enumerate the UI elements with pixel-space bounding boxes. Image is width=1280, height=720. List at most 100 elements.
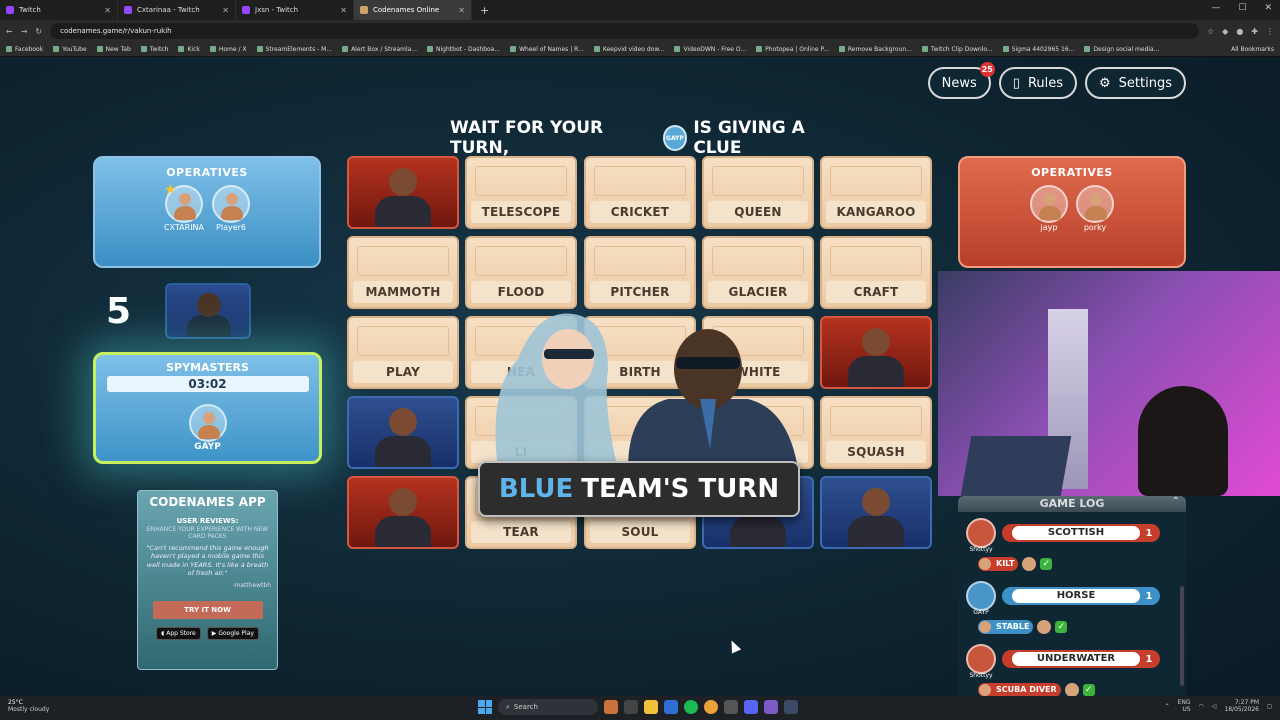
app-icon[interactable] (724, 700, 738, 714)
word-card[interactable]: BIRTH (584, 316, 696, 389)
bookmark-item[interactable]: Twitch Clip Downlo... (921, 46, 993, 53)
blue-agent-card[interactable] (820, 476, 932, 549)
word-card[interactable]: PLAY (347, 316, 459, 389)
news-button[interactable]: News 25 (927, 62, 995, 99)
bookmark-item[interactable]: Design social media... (1084, 46, 1159, 53)
word-card[interactable]: TELESCOPE (465, 156, 577, 229)
top-buttons: News 25 ▯ Rules ⚙ Settings (927, 62, 1186, 99)
browser-tab[interactable]: Cxtarinaa - Twitch ✕ (118, 0, 236, 20)
rules-button[interactable]: ▯ Rules (998, 67, 1078, 99)
google-play-button[interactable]: ▶ Google Play (206, 626, 259, 640)
word-card[interactable]: CRICKET (584, 156, 696, 229)
red-agent-card[interactable] (347, 476, 459, 549)
back-icon[interactable]: ← (6, 27, 13, 36)
bookmark-item[interactable]: Alert Box / Streamla... (342, 46, 417, 53)
bookmark-item[interactable]: New Tab (96, 46, 131, 53)
word-card[interactable] (702, 396, 814, 469)
forward-icon[interactable]: → (21, 27, 28, 36)
bookmark-item[interactable]: Wheel of Names | R... (510, 46, 584, 53)
blue-agent-card[interactable] (347, 396, 459, 469)
red-agent-card[interactable] (347, 156, 459, 229)
bookmark-item[interactable]: Sigma 4402965 16... (1002, 46, 1074, 53)
browser-tab[interactable]: Twitch ✕ (0, 0, 118, 20)
windows-start-icon[interactable] (478, 700, 492, 714)
puzzle-icon[interactable]: ✚ (1251, 27, 1258, 36)
chrome-icon[interactable] (704, 700, 718, 714)
volume-icon[interactable]: ◁ (1212, 703, 1217, 710)
reload-icon[interactable]: ↻ (35, 27, 42, 36)
clock[interactable]: 7:27 PM 18/05/2026 (1224, 699, 1259, 713)
browser-tab-active[interactable]: Codenames Online ✕ (354, 0, 472, 20)
new-tab-button[interactable]: + (472, 4, 497, 17)
task-view-icon[interactable] (624, 700, 638, 714)
language-indicator[interactable]: ENG US (1178, 699, 1191, 713)
bookmark-item[interactable]: Nightbot - Dashboa... (427, 46, 500, 53)
bookmark-item[interactable]: Facebook (6, 46, 43, 53)
notification-icon[interactable]: ◻ (1267, 703, 1272, 710)
chevron-up-icon[interactable]: ⌃ (1165, 703, 1170, 710)
file-explorer-icon[interactable] (644, 700, 658, 714)
player[interactable]: jayp (1030, 185, 1068, 232)
word-card[interactable]: GLACIER (702, 236, 814, 309)
bookmark-item[interactable]: Kick (178, 46, 200, 53)
bookmark-item[interactable]: StreamElements - M... (256, 46, 332, 53)
bookmark-item[interactable]: VideoDWN - Free O... (674, 46, 746, 53)
bookmark-item[interactable]: Twitch (140, 46, 168, 53)
app-icon[interactable] (604, 700, 618, 714)
word-card[interactable]: LI (465, 396, 577, 469)
log-entry: Shottyy SCOTTISH 1 KILT ✓ (958, 512, 1186, 575)
try-it-now-button[interactable]: TRY IT NOW (152, 600, 263, 619)
all-bookmarks-link[interactable]: All Bookmarks (1231, 46, 1274, 53)
word-card[interactable]: P (584, 396, 696, 469)
clue-giver-name: GAYP (973, 609, 989, 616)
red-agent-card[interactable] (820, 316, 932, 389)
wifi-icon[interactable]: ◠ (1199, 703, 1204, 710)
steam-icon[interactable] (784, 700, 798, 714)
app-icon[interactable] (664, 700, 678, 714)
settings-button[interactable]: ⚙ Settings (1085, 67, 1186, 99)
browser-tab[interactable]: Jxsn - Twitch ✕ (236, 0, 354, 20)
word-card[interactable]: PITCHER (584, 236, 696, 309)
extension-icon[interactable]: ● (1236, 27, 1243, 36)
game-log-scrollbar[interactable] (1180, 586, 1184, 686)
blue-score: 5 (106, 291, 132, 332)
star-icon[interactable]: ☆ (1207, 27, 1214, 36)
player[interactable]: GAYP (188, 404, 227, 452)
bookmark-item[interactable]: Photopea | Online P... (756, 46, 829, 53)
word-card[interactable]: KANGAROO (820, 156, 932, 229)
browser-tab-bar: Twitch ✕ Cxtarinaa - Twitch ✕ Jxsn - Twitc… (0, 0, 1280, 20)
menu-icon[interactable]: ⋮ (1266, 27, 1274, 36)
taskbar-search[interactable]: ⌕ Search (498, 699, 598, 715)
app-ad: CODENAMES APP USER REVIEWS: ENHANCE YOUR… (137, 490, 278, 670)
word-card[interactable]: HEA (465, 316, 577, 389)
app-store-button[interactable]: ◖ App Store (156, 626, 201, 640)
word-card[interactable]: WHITE (702, 316, 814, 389)
weather-widget[interactable]: 25°C Mostly cloudy (8, 699, 49, 713)
player[interactable]: Player6 (212, 185, 251, 232)
close-window-icon[interactable]: ✕ (1264, 3, 1272, 13)
url-field[interactable]: codenames.game/r/vakun-rukih (50, 23, 1199, 39)
extension-icon[interactable]: ◆ (1222, 27, 1228, 36)
word-card[interactable]: SQUASH (820, 396, 932, 469)
close-icon[interactable]: ✕ (104, 6, 111, 15)
discord-icon[interactable] (744, 700, 758, 714)
bookmark-item[interactable]: Remove Backgroun... (838, 46, 912, 53)
close-icon[interactable]: ✕ (458, 6, 465, 15)
bookmark-item[interactable]: Keepvid video dow... (593, 46, 664, 53)
player[interactable]: porky (1076, 185, 1114, 232)
maximize-icon[interactable]: ☐ (1238, 3, 1246, 13)
minimize-icon[interactable]: — (1211, 3, 1220, 13)
spotify-icon[interactable] (684, 700, 698, 714)
game-log-title: GAME LOG (958, 496, 1186, 512)
app-icon[interactable] (764, 700, 778, 714)
word-card[interactable]: FLOOD (465, 236, 577, 309)
bookmark-item[interactable]: Home / X (209, 46, 247, 53)
word-card[interactable]: QUEEN (702, 156, 814, 229)
chevron-up-icon[interactable]: ⌃ (1172, 496, 1180, 507)
card-word: P (590, 441, 690, 463)
word-card[interactable]: CRAFT (820, 236, 932, 309)
word-card[interactable]: MAMMOTH (347, 236, 459, 309)
close-icon[interactable]: ✕ (222, 6, 229, 15)
bookmark-item[interactable]: YouTube (53, 46, 87, 53)
close-icon[interactable]: ✕ (340, 6, 347, 15)
